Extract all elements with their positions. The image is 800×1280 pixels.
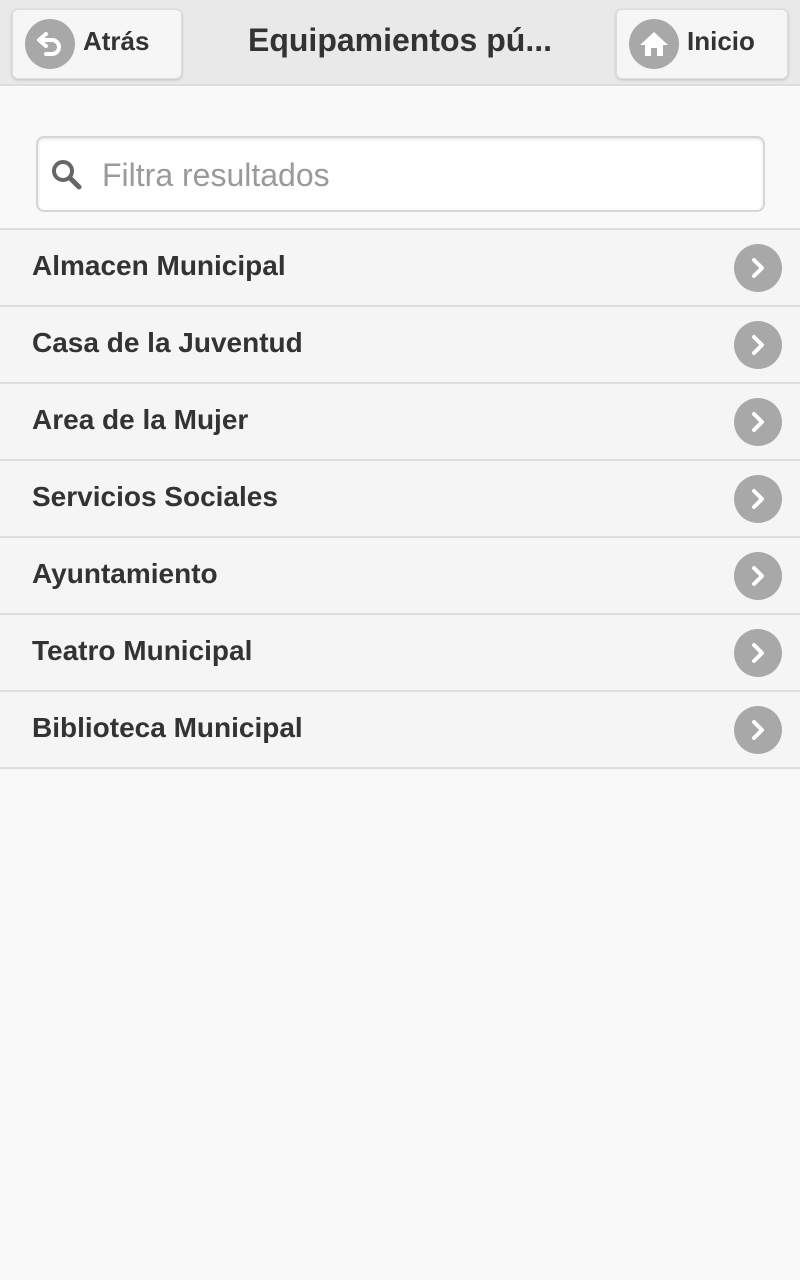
search-icon (50, 158, 84, 192)
chevron-right-icon (734, 475, 782, 523)
page-title: Equipamientos pú... (247, 22, 552, 58)
home-button[interactable]: Inicio (616, 9, 788, 79)
chevron-right-icon (734, 398, 782, 446)
back-arrow-icon (25, 19, 75, 69)
search-area (0, 88, 800, 229)
back-button-label: Atrás (83, 25, 150, 56)
search-box[interactable] (36, 136, 765, 212)
list-item-label: Almacen Municipal (32, 250, 286, 281)
list-item-label: Ayuntamiento (32, 558, 218, 589)
equipment-list: Almacen Municipal Casa de la Juventud Ar… (0, 228, 800, 769)
list-item[interactable]: Almacen Municipal (0, 228, 800, 305)
home-button-label: Inicio (687, 25, 755, 56)
list-item-label: Servicios Sociales (32, 481, 278, 512)
chevron-right-icon (734, 552, 782, 600)
list-item[interactable]: Biblioteca Municipal (0, 690, 800, 769)
list-item-label: Casa de la Juventud (32, 327, 303, 358)
back-button[interactable]: Atrás (12, 9, 182, 79)
list-item[interactable]: Casa de la Juventud (0, 305, 800, 382)
home-icon (629, 19, 679, 69)
chevron-right-icon (734, 706, 782, 754)
list-item[interactable]: Servicios Sociales (0, 459, 800, 536)
list-item-label: Area de la Mujer (32, 404, 249, 435)
chevron-right-icon (734, 244, 782, 292)
list-item[interactable]: Ayuntamiento (0, 536, 800, 613)
list-item-label: Teatro Municipal (32, 635, 253, 666)
list-item[interactable]: Teatro Municipal (0, 613, 800, 690)
search-input[interactable] (100, 146, 744, 204)
chevron-right-icon (734, 629, 782, 677)
list-item[interactable]: Area de la Mujer (0, 382, 800, 459)
list-item-label: Biblioteca Municipal (32, 712, 303, 743)
chevron-right-icon (734, 321, 782, 369)
header-bar: Atrás Equipamientos pú... Inicio (0, 0, 800, 86)
